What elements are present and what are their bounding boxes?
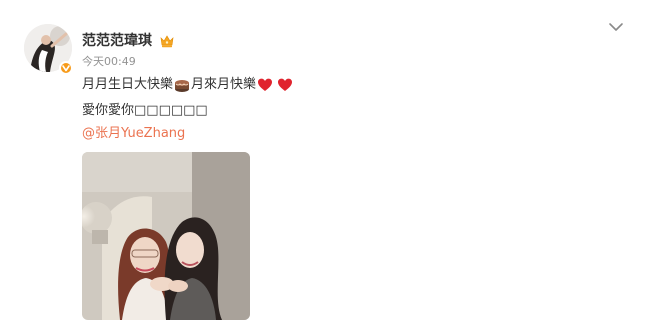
post-text-segment: 月來月快樂 [191, 77, 257, 92]
weibo-post-card: 范范范瑋琪 今天00:49 月月生日大快樂 月來月快樂 愛你愛你□□□□□□ @… [0, 0, 645, 325]
red-heart-emoji-icon [257, 77, 273, 93]
username[interactable]: 范范范瑋琪 [82, 32, 152, 50]
red-heart-emoji-icon [277, 77, 293, 93]
user-mention-link[interactable]: @张月YueZhang [82, 125, 185, 143]
post-timestamp[interactable]: 今天00:49 [82, 55, 136, 69]
cake-emoji-icon [174, 77, 190, 93]
post-photo[interactable] [82, 152, 250, 320]
post-text-line-1: 月月生日大快樂 月來月快樂 [82, 76, 294, 94]
post-photo-image [82, 152, 250, 320]
post-text-line-2: 愛你愛你□□□□□□ [82, 103, 208, 118]
crown-badge-icon[interactable] [159, 33, 175, 49]
post-text-segment: 月月生日大快樂 [82, 77, 174, 92]
chevron-down-icon[interactable] [606, 17, 626, 37]
mention-text[interactable]: @张月YueZhang [82, 125, 185, 143]
verified-badge-icon [59, 61, 73, 75]
